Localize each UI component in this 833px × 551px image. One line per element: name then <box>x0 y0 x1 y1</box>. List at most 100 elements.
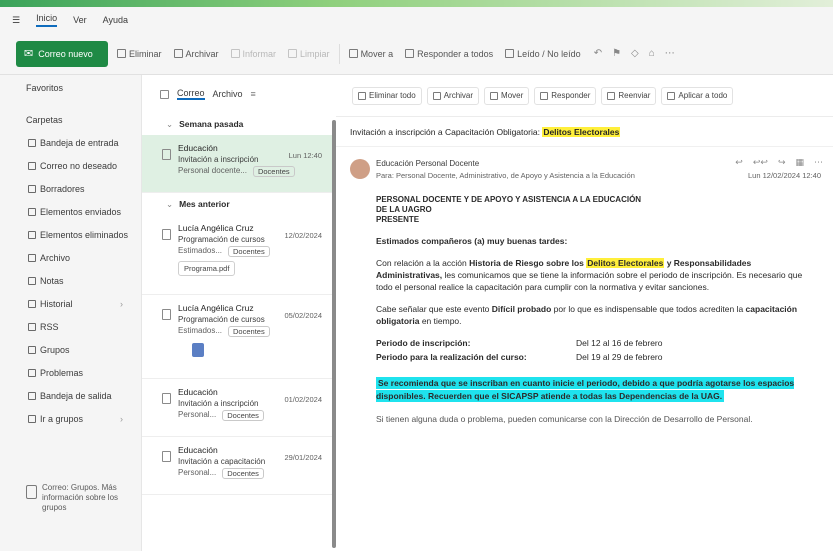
folders-header[interactable]: Carpetas <box>0 109 141 131</box>
sidebar-folder-label: Ir a grupos <box>40 413 84 424</box>
chevron-down-icon[interactable]: ⌄ <box>166 119 173 130</box>
reply-all-icon[interactable]: ↩↩ <box>753 157 768 168</box>
folder-icon <box>28 276 36 285</box>
sidebar-folder-item[interactable]: Bandeja de salida <box>0 384 141 407</box>
forward-icon[interactable]: ↪ <box>778 157 786 168</box>
reading-toolbar-button[interactable]: Responder <box>534 86 597 105</box>
sweep-label: Limpiar <box>300 48 330 59</box>
pin-icon[interactable]: ⌂ <box>649 48 655 59</box>
tab-other[interactable]: Archivo <box>213 89 243 99</box>
list-item[interactable]: Educación Invitación a inscripción Persona… <box>142 135 334 193</box>
chevron-right-icon[interactable]: › <box>120 299 123 309</box>
sidebar-folder-label: Borradores <box>40 183 85 194</box>
filter-icon[interactable]: ≡ <box>251 89 256 99</box>
sidebar-folder-item[interactable]: Elementos eliminados <box>0 223 141 246</box>
menu-item-view[interactable]: Ver <box>73 15 87 25</box>
sidebar-folder-item[interactable]: Problemas <box>0 361 141 384</box>
reading-toolbar-button[interactable]: Reenviar <box>601 86 657 105</box>
sender-avatar[interactable] <box>350 159 370 179</box>
sidebar-folder-item[interactable]: Ir a grupos › <box>0 407 141 430</box>
footer-paragraph: Si tienen alguna duda o problema, pueden… <box>376 414 753 424</box>
message-checkbox[interactable] <box>162 451 171 462</box>
tab-focused[interactable]: Correo <box>177 88 205 100</box>
folder-icon <box>28 230 36 239</box>
list-item[interactable]: Educación Invitación a inscripción Persona… <box>142 379 334 437</box>
more-actions-icon[interactable]: ⋯ <box>814 157 823 168</box>
sidebar-folder-item[interactable]: Elementos enviados <box>0 200 141 223</box>
sidebar-folder-label: Problemas <box>40 367 84 378</box>
message-date: Lun 12/02/2024 12:40 <box>748 171 821 180</box>
new-mail-icon: ✉ <box>24 48 34 60</box>
tag-icon[interactable]: ◇ <box>631 48 639 59</box>
sweep-button[interactable]: Limpiar <box>285 43 333 65</box>
list-group-header[interactable]: ⌄ Mes anterior <box>142 193 334 215</box>
reading-toolbar-button[interactable]: Archivar <box>426 86 480 105</box>
category-tag[interactable]: Docentes <box>222 468 264 479</box>
message-checkbox[interactable] <box>162 393 171 404</box>
sidebar-folder-item[interactable]: Borradores <box>0 177 141 200</box>
apps-icon[interactable]: ▦ <box>795 157 804 168</box>
flag-icon[interactable]: ⚑ <box>612 48 621 59</box>
undo-icon[interactable]: ↶ <box>594 48 602 59</box>
sidebar-folder-item[interactable]: RSS <box>0 315 141 338</box>
sidebar-folder-item[interactable]: Notas <box>0 269 141 292</box>
message-checkbox[interactable] <box>162 309 171 320</box>
sidebar-folder-item[interactable]: Archivo <box>0 246 141 269</box>
menu-item-home[interactable]: Inicio <box>36 13 58 27</box>
new-mail-button[interactable]: ✉ Correo nuevo <box>16 40 108 67</box>
message-preview: Personal docente... <box>178 166 247 175</box>
reply-all-button[interactable]: Responder a todos <box>402 43 496 65</box>
sidebar-folder-label: Archivo <box>40 252 71 263</box>
folder-icon <box>28 299 36 308</box>
more-icon[interactable]: ⋯ <box>665 48 675 59</box>
delete-button[interactable]: Eliminar <box>114 43 165 65</box>
reading-toolbar-button[interactable]: Mover <box>484 86 530 105</box>
folder-icon <box>28 138 36 147</box>
category-tag[interactable]: Docentes <box>228 246 270 257</box>
menu-item-help[interactable]: Ayuda <box>103 15 128 25</box>
reading-toolbar-label: Reenviar <box>618 91 651 100</box>
reply-all-icon <box>405 49 415 58</box>
folder-icon <box>28 391 36 400</box>
message-preview: Personal... <box>178 410 217 419</box>
message-checkbox[interactable] <box>162 149 171 160</box>
sweep-icon <box>288 49 298 58</box>
sidebar-folder-item[interactable]: Bandeja de entrada <box>0 131 141 154</box>
menu-grid-icon[interactable]: ☰ <box>12 15 20 26</box>
message-preview: Estimados... <box>178 326 223 335</box>
folder-icon <box>28 368 36 377</box>
document-icon[interactable] <box>192 343 204 357</box>
reply-icon[interactable]: ↩ <box>735 157 743 168</box>
sidebar-folder-item[interactable]: Grupos <box>0 338 141 361</box>
archive-button[interactable]: Archivar <box>171 43 222 65</box>
chevron-down-icon[interactable]: ⌄ <box>166 199 173 210</box>
list-item[interactable]: Lucía Angélica Cruz Programación de curso… <box>142 295 334 379</box>
p2-text-e: en tiempo. <box>421 316 462 326</box>
read-unread-button[interactable]: Leído / No leído <box>502 43 584 65</box>
subject-highlight: Delitos Electorales <box>542 126 621 137</box>
reading-pane: Eliminar todo Archivar Mover Responder Reenv… <box>336 75 833 551</box>
list-group-header[interactable]: ⌄ Semana pasada <box>142 113 334 135</box>
sidebar-folder-label: RSS <box>40 321 59 332</box>
move-to-button[interactable]: Mover a <box>346 43 397 65</box>
report-button[interactable]: Informar <box>228 43 280 65</box>
category-tag[interactable]: Docentes <box>228 326 270 337</box>
chevron-right-icon[interactable]: › <box>120 414 123 424</box>
list-item[interactable]: Educación Invitación a capacitación Person… <box>142 437 334 495</box>
favorites-header[interactable]: Favoritos <box>0 75 141 101</box>
sidebar-folder-label: Grupos <box>40 344 70 355</box>
category-tag[interactable]: Docentes <box>252 166 295 177</box>
category-tag[interactable]: Docentes <box>222 410 264 421</box>
reading-toolbar-button[interactable]: Eliminar todo <box>352 86 422 105</box>
reading-toolbar-button[interactable]: Aplicar a todo <box>661 86 734 105</box>
groups-promo[interactable]: Correo: Grupos. Más información sobre lo… <box>26 483 126 513</box>
select-all-checkbox[interactable] <box>160 89 169 99</box>
sidebar-folder-item[interactable]: Historial › <box>0 292 141 315</box>
sidebar-folder-item[interactable]: Correo no deseado <box>0 154 141 177</box>
p2-text-c: por lo que es indispensable que todos ac… <box>553 304 744 314</box>
reading-toolbar-label: Responder <box>551 91 591 100</box>
list-item[interactable]: Lucía Angélica Cruz Programación de curso… <box>142 215 334 295</box>
attachment-chip[interactable]: Programa.pdf <box>178 261 236 276</box>
reading-toolbar-label: Aplicar a todo <box>678 91 728 100</box>
message-checkbox[interactable] <box>162 229 171 240</box>
